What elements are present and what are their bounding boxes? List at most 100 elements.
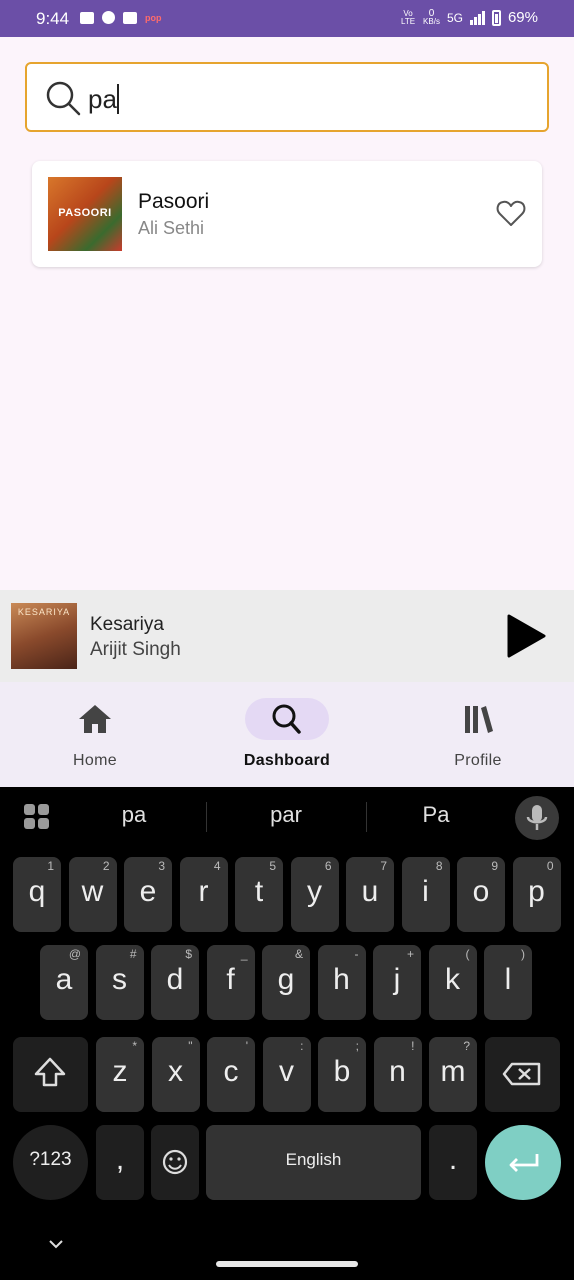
key-hint: 7 <box>380 859 387 873</box>
key-letter: b <box>333 1055 351 1088</box>
suggestion-strip: pa par Pa <box>0 787 574 847</box>
key-letter: j <box>393 963 401 996</box>
nav-item-dashboard[interactable]: Dashboard <box>217 682 357 787</box>
key-hint: ? <box>463 1039 470 1053</box>
key-letter: g <box>277 963 295 996</box>
key-hint: ! <box>411 1039 415 1053</box>
system-status: Vo LTE 0 KB/s 5G 69% <box>400 8 538 26</box>
key-q[interactable]: q1 <box>13 857 61 932</box>
key-hint: - <box>354 947 359 961</box>
key-h[interactable]: h- <box>317 945 366 1020</box>
key-hint: 9 <box>491 859 498 873</box>
suggestion-divider <box>206 802 207 832</box>
chevron-down-icon[interactable] <box>48 1239 64 1249</box>
battery-icon <box>491 9 501 26</box>
key-hint: @ <box>68 947 81 961</box>
album-art: PASOORI <box>48 177 122 251</box>
key-hint: 2 <box>102 859 110 873</box>
mic-button[interactable] <box>515 796 559 840</box>
search-icon <box>46 81 81 116</box>
key-l[interactable]: l) <box>484 945 532 1020</box>
backspace-key[interactable] <box>485 1037 560 1112</box>
key-b[interactable]: b; <box>318 1037 366 1112</box>
key-p[interactable]: p0 <box>512 857 561 932</box>
suggestion-1[interactable]: pa <box>59 802 209 828</box>
search-icon <box>272 704 301 734</box>
song-result-card[interactable]: PASOORI Pasoori Ali Sethi <box>32 161 542 267</box>
key-letter: s <box>112 963 127 996</box>
key-letter: r <box>198 875 209 908</box>
bottom-navigation: Home Dashboard Profile <box>0 682 574 787</box>
nav-item-profile[interactable]: Profile <box>408 682 548 787</box>
comma-key[interactable]: , <box>96 1125 144 1200</box>
apps-grid-icon[interactable] <box>24 804 50 830</box>
key-hint: * <box>132 1039 137 1053</box>
key-z[interactable]: z * <box>96 1037 144 1112</box>
key-hint: 4 <box>213 859 221 873</box>
video-icon <box>80 11 94 24</box>
key-hint: ) <box>521 947 525 961</box>
symbols-key[interactable]: ?123 <box>13 1125 88 1200</box>
key-i[interactable]: i8 <box>401 857 450 932</box>
key-n[interactable]: n! <box>373 1037 422 1112</box>
key-a[interactable]: a @ <box>40 945 88 1020</box>
play-icon[interactable] <box>505 613 547 659</box>
now-playing-artist: Arijit Singh <box>90 639 181 660</box>
key-hint: 6 <box>324 859 332 873</box>
key-k[interactable]: k( <box>428 945 477 1020</box>
search-query-text: pa <box>88 84 117 114</box>
nav-label-profile: Profile <box>454 752 502 769</box>
emoji-key[interactable] <box>151 1125 199 1200</box>
key-d[interactable]: d $ <box>151 945 199 1020</box>
gmail-icon <box>123 11 137 24</box>
suggestion-3[interactable]: Pa <box>361 802 511 828</box>
now-playing-art: KESARIYA <box>11 603 77 669</box>
net-speed-unit: KB/s <box>423 16 440 26</box>
key-x[interactable]: x " <box>151 1037 200 1112</box>
key-s[interactable]: s # <box>95 945 144 1020</box>
pop-icon: pop <box>145 12 162 23</box>
period-key[interactable]: . <box>429 1125 477 1200</box>
key-g[interactable]: g & <box>262 945 310 1020</box>
nav-label-dashboard: Dashboard <box>243 752 331 769</box>
key-v[interactable]: v: <box>262 1037 311 1112</box>
key-u[interactable]: u7 <box>346 857 394 932</box>
enter-key[interactable] <box>485 1125 561 1200</box>
key-y[interactable]: y6 <box>290 857 339 932</box>
key-letter: q <box>28 875 46 908</box>
key-r[interactable]: r4 <box>179 857 228 932</box>
song-title: Pasoori <box>138 190 210 213</box>
key-letter: c <box>223 1055 239 1088</box>
net-speed: 0 KB/s <box>423 8 440 26</box>
key-hint: _ <box>240 947 248 961</box>
shift-key[interactable] <box>13 1037 88 1112</box>
suggestion-2[interactable]: par <box>211 802 361 828</box>
key-e[interactable]: e3 <box>124 857 172 932</box>
key-hint: ' <box>245 1039 248 1053</box>
shift-icon <box>34 1057 66 1087</box>
volte-icon: Vo LTE <box>401 8 416 26</box>
key-m[interactable]: m? <box>429 1037 477 1112</box>
key-c[interactable]: c ' <box>207 1037 255 1112</box>
key-letter: w <box>81 875 104 908</box>
notification-icons: pop <box>80 11 162 24</box>
key-letter: o <box>472 875 490 908</box>
search-query: pa <box>88 84 119 115</box>
key-t[interactable]: t5 <box>235 857 283 932</box>
key-hint: " <box>188 1039 193 1053</box>
nav-item-home[interactable]: Home <box>25 682 165 787</box>
key-letter: f <box>226 963 235 996</box>
key-j[interactable]: j + <box>373 945 421 1020</box>
space-key[interactable]: English <box>206 1125 421 1200</box>
mic-icon <box>526 805 548 830</box>
now-playing-bar[interactable]: KESARIYA Kesariya Arijit Singh <box>0 590 574 682</box>
key-letter: n <box>389 1055 406 1088</box>
key-letter: x <box>168 1055 183 1088</box>
key-w[interactable]: w2 <box>68 857 117 932</box>
gesture-home-bar[interactable] <box>216 1261 358 1267</box>
search-input[interactable]: pa <box>25 62 549 132</box>
key-f[interactable]: f _ <box>206 945 255 1020</box>
key-o[interactable]: o9 <box>457 857 505 932</box>
status-time: 9:44 <box>36 9 70 28</box>
heart-icon[interactable] <box>496 199 526 227</box>
